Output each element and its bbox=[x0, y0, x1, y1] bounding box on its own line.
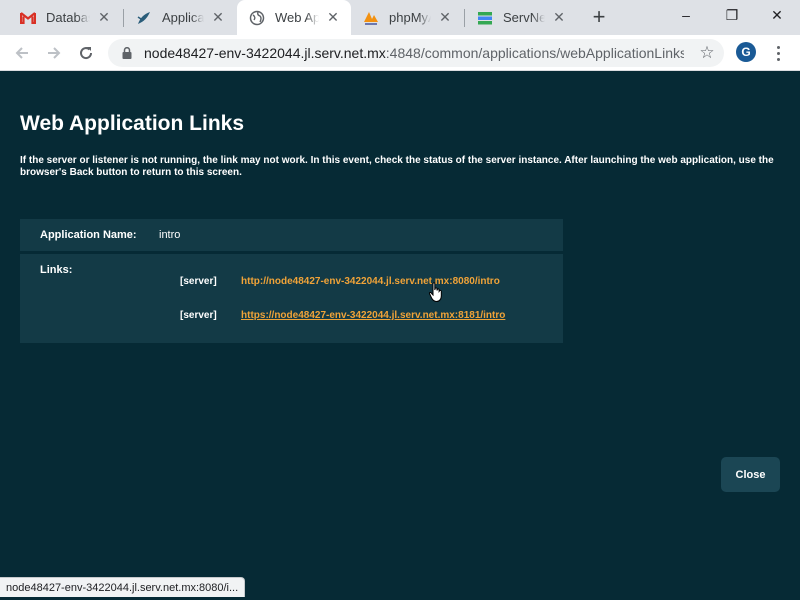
help-text: If the server or listener is not running… bbox=[20, 155, 774, 178]
star-icon[interactable]: ☆ bbox=[698, 44, 716, 62]
reload-button[interactable] bbox=[72, 39, 100, 67]
tab-title: ServNet bbox=[503, 10, 545, 25]
address-bar[interactable]: node48427-env-3422044.jl.serv.net.mx:484… bbox=[108, 39, 724, 67]
window-close-button[interactable]: ✕ bbox=[754, 0, 800, 30]
links-label: Links: bbox=[40, 264, 73, 276]
avatar[interactable]: G bbox=[736, 42, 756, 62]
globe-icon bbox=[249, 10, 265, 26]
tab-title: phpMyAdmin bbox=[389, 10, 431, 25]
lock-icon bbox=[120, 46, 134, 60]
tab-strip: Database ✕ Applications ✕ Web Applicatio… bbox=[0, 0, 800, 35]
restore-button[interactable]: ❐ bbox=[709, 0, 755, 30]
arrow-left-icon bbox=[15, 47, 28, 59]
back-button[interactable] bbox=[8, 39, 36, 67]
https-link[interactable]: https://node48427-env-3422044.jl.serv.ne… bbox=[241, 310, 505, 321]
link-tag: [server] bbox=[180, 276, 217, 287]
close-icon[interactable]: ✕ bbox=[551, 9, 567, 26]
links-row: Links: [server] http://node48427-env-342… bbox=[20, 254, 563, 343]
link-tag: [server] bbox=[180, 310, 217, 321]
tab-web-application-links[interactable]: Web Application Links ✕ bbox=[237, 0, 351, 35]
http-link[interactable]: http://node48427-env-3422044.jl.serv.net… bbox=[241, 276, 500, 287]
close-icon[interactable]: ✕ bbox=[96, 9, 112, 26]
tab-phpmyadmin[interactable]: phpMyAdmin ✕ bbox=[351, 0, 463, 35]
application-name-label: Application Name: bbox=[40, 229, 137, 241]
page-content: Web Application Links If the server or l… bbox=[0, 71, 800, 600]
close-button[interactable]: Close bbox=[721, 457, 780, 492]
new-tab-button[interactable]: + bbox=[588, 4, 610, 29]
close-icon[interactable]: ✕ bbox=[437, 9, 453, 26]
tab-database[interactable]: Database ✕ bbox=[8, 0, 122, 35]
page-title: Web Application Links bbox=[20, 112, 245, 135]
hand-cursor-icon bbox=[428, 282, 442, 303]
servnet-icon bbox=[477, 10, 493, 26]
phpmyadmin-icon bbox=[363, 10, 379, 26]
glassfish-icon bbox=[136, 10, 152, 26]
browser-toolbar: node48427-env-3422044.jl.serv.net.mx:484… bbox=[0, 35, 800, 71]
forward-button[interactable] bbox=[40, 39, 68, 67]
close-icon[interactable]: ✕ bbox=[210, 9, 226, 26]
gmail-icon bbox=[20, 10, 36, 26]
tab-title: Database bbox=[46, 10, 90, 25]
tab-servnet[interactable]: ServNet ✕ bbox=[465, 0, 577, 35]
status-url-bubble: node48427-env-3422044.jl.serv.net.mx:808… bbox=[0, 577, 246, 597]
tab-title: Applications bbox=[162, 10, 204, 25]
url-text: node48427-env-3422044.jl.serv.net.mx:484… bbox=[144, 45, 684, 61]
application-name-row: Application Name: intro bbox=[20, 219, 563, 251]
reload-icon bbox=[80, 47, 93, 60]
more-menu-icon[interactable] bbox=[770, 41, 786, 65]
application-name-value: intro bbox=[159, 229, 181, 241]
tab-applications[interactable]: Applications ✕ bbox=[124, 0, 236, 35]
arrow-right-icon bbox=[48, 47, 61, 59]
close-icon[interactable]: ✕ bbox=[325, 9, 341, 26]
tab-title: Web Application Links bbox=[275, 10, 319, 25]
minimize-button[interactable]: – bbox=[663, 0, 709, 30]
